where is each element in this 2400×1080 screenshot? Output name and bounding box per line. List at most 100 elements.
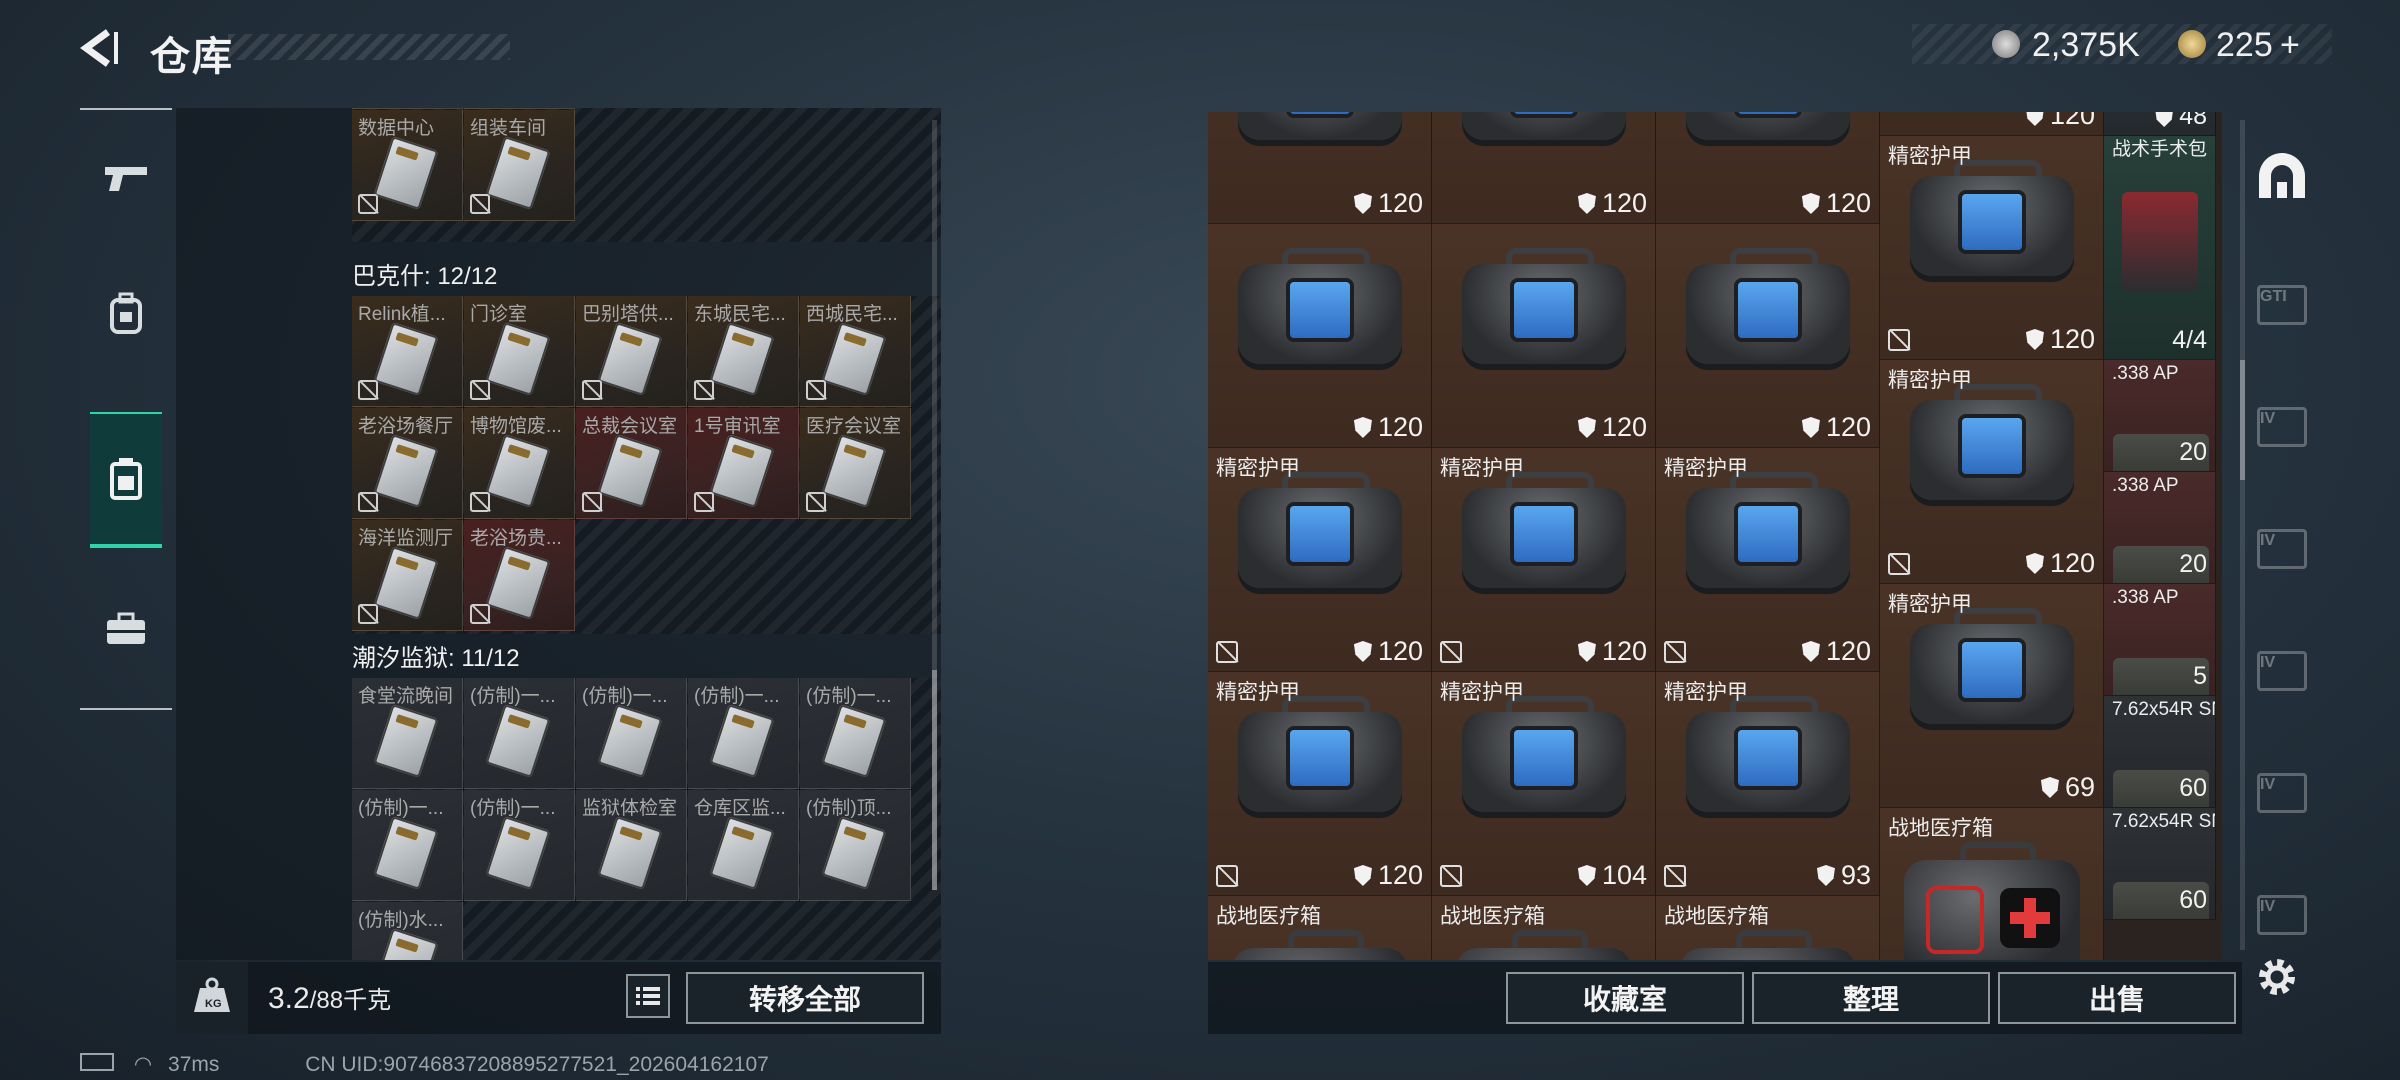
storage-tab-4[interactable]: IV xyxy=(2240,616,2324,726)
armor-item[interactable]: 精密护甲 120 xyxy=(1880,136,2104,360)
key-card-slot[interactable]: (仿制)一... xyxy=(800,678,911,789)
key-card-slot[interactable]: 仓库区监... xyxy=(688,790,799,901)
item-durability: 120 xyxy=(1353,636,1423,667)
key-slot[interactable] xyxy=(352,108,463,109)
item-durability: 120 xyxy=(1353,412,1423,443)
key-card-slot[interactable]: 西城民宅... xyxy=(800,296,911,407)
storage-tab[interactable] xyxy=(90,412,162,548)
no-sell-icon xyxy=(470,380,490,400)
key-card-slot[interactable]: 博物馆废... xyxy=(464,408,575,519)
key-card-slot[interactable]: 老浴场贵... xyxy=(464,520,575,631)
transfer-all-button[interactable]: 转移全部 xyxy=(686,972,924,1024)
keycard-storage-panel: 数据中心 组装车间 巴克什: 12/12 Relink植... 门诊室 巴别塔供..… xyxy=(176,108,941,960)
armor-image xyxy=(1686,244,1850,364)
key-slot[interactable]: 数据中心 xyxy=(352,110,463,221)
key-card-slot[interactable]: (仿制)一... xyxy=(464,790,575,901)
medkit-item[interactable]: 战地医疗箱 xyxy=(1880,808,2104,960)
key-card-image xyxy=(373,434,439,508)
key-card-slot[interactable]: 门诊室 xyxy=(464,296,575,407)
key-slot[interactable] xyxy=(464,108,575,109)
armor-item[interactable]: 精密护甲 120 xyxy=(1880,360,2104,584)
equipment-tab[interactable] xyxy=(90,248,162,378)
key-card-slot[interactable]: (仿制)一... xyxy=(576,678,687,789)
armor-item[interactable]: 精密护甲 120 xyxy=(1208,672,1432,896)
key-card-slot[interactable]: (仿制)顶... xyxy=(800,790,911,901)
key-card-slot[interactable]: 医疗会议室 xyxy=(800,408,911,519)
key-card-slot[interactable]: Relink植... xyxy=(352,296,463,407)
no-sell-icon xyxy=(470,604,490,624)
armor-item[interactable]: 120 xyxy=(1656,224,1880,448)
durability-shield-icon xyxy=(1816,865,1835,886)
key-card-slot[interactable]: 1号审讯室 xyxy=(688,408,799,519)
armor-item[interactable]: 120 xyxy=(1208,112,1432,224)
add-currency-button[interactable]: + xyxy=(2280,26,2300,65)
scrollbar-thumb[interactable] xyxy=(932,670,937,890)
no-sell-icon xyxy=(1216,865,1238,887)
armor-item[interactable]: 精密护甲 93 xyxy=(1656,672,1880,896)
key-card-name: 仓库区监... xyxy=(694,798,786,819)
armor-item[interactable]: 精密护甲 120 xyxy=(1656,448,1880,672)
armor-item[interactable]: 120 xyxy=(1432,224,1656,448)
medkit-item[interactable]: 战地医疗箱611 xyxy=(1432,896,1656,960)
armor-item[interactable]: 120 xyxy=(1208,224,1432,448)
key-card-slot[interactable]: 东城民宅... xyxy=(688,296,799,407)
back-icon[interactable] xyxy=(78,28,122,68)
no-sell-icon xyxy=(358,380,378,400)
durability-shield-icon xyxy=(1577,193,1596,214)
key-card-slot[interactable]: 食堂流晚间 xyxy=(352,678,463,789)
armor-item[interactable]: 120 xyxy=(1432,112,1656,224)
key-card-slot[interactable]: 老浴场餐厅 xyxy=(352,408,463,519)
key-slot[interactable]: 组装车间 xyxy=(464,110,575,221)
item-name: 战地医疗箱 xyxy=(1216,905,1321,928)
key-card-slot[interactable]: (仿制)水... xyxy=(352,902,463,960)
key-card-image xyxy=(485,546,551,620)
ammo-item[interactable]: .338 AP 20 xyxy=(2104,360,2216,472)
item-durability: 60 xyxy=(2179,886,2207,914)
armor-item[interactable]: 精密护甲 120 xyxy=(1432,448,1656,672)
key-card-slot[interactable]: 监狱体检室 xyxy=(576,790,687,901)
durability-shield-icon xyxy=(1801,417,1820,438)
list-view-button[interactable] xyxy=(626,974,670,1018)
key-card-slot[interactable]: (仿制)一... xyxy=(688,678,799,789)
key-card-name: 门诊室 xyxy=(470,304,528,325)
organize-button[interactable]: 整理 xyxy=(1752,972,1990,1024)
key-card-slot[interactable]: 巴别塔供... xyxy=(576,296,687,407)
ammo-item[interactable]: .338 AP 5 xyxy=(2104,584,2216,696)
storage-tab-2[interactable]: IV xyxy=(2240,372,2324,482)
armor-item[interactable]: 精密护甲 69 xyxy=(1880,584,2104,808)
medkit-item[interactable]: 战地医疗箱568 xyxy=(1656,896,1880,960)
toolbox-tab[interactable] xyxy=(90,564,162,694)
armor-item[interactable]: 精密护甲 104 xyxy=(1432,672,1656,896)
key-card-image xyxy=(485,704,551,778)
ammo-item[interactable]: 7.62x54R SNB 60 xyxy=(2104,696,2216,808)
key-card-slot[interactable]: 总裁会议室 xyxy=(576,408,687,519)
item-name: 7.62x54R SNB xyxy=(2112,811,2215,832)
ammo-item[interactable]: .338 AP 20 xyxy=(2104,472,2216,584)
sell-button[interactable]: 出售 xyxy=(1998,972,2236,1024)
armor-item[interactable]: 120 xyxy=(1656,112,1880,224)
armor-item[interactable]: 120 xyxy=(1880,112,2104,136)
key-card-slot[interactable]: (仿制)一... xyxy=(352,790,463,901)
key-card-image xyxy=(709,434,775,508)
key-card-image xyxy=(373,546,439,620)
section-title: 潮汐监狱: 11/12 xyxy=(352,645,520,672)
small-item[interactable]: 48 xyxy=(2104,112,2216,136)
key-card-name: Relink植... xyxy=(358,304,446,325)
item-durability: 104 xyxy=(1577,860,1647,891)
key-card-name: 西城民宅... xyxy=(806,304,898,325)
safehouse-tab[interactable] xyxy=(2240,122,2324,232)
user-uid: CN UID:907468372088952​77521_20260416210… xyxy=(305,1053,769,1076)
medkit-item[interactable]: 战地医疗箱899 xyxy=(1208,896,1432,960)
ammo-item[interactable]: 7.62x54R SNB 60 xyxy=(2104,808,2216,920)
storage-tab-3[interactable]: IV xyxy=(2240,494,2324,604)
armor-item[interactable]: 精密护甲 120 xyxy=(1208,448,1432,672)
surgery-kit-item[interactable]: 战术手术包 4/4 xyxy=(2104,136,2216,360)
collection-room-button[interactable]: 收藏室 xyxy=(1506,972,1744,1024)
no-sell-icon xyxy=(470,492,490,512)
weapons-tab[interactable] xyxy=(90,113,162,243)
key-card-slot[interactable]: 海洋监测厅 xyxy=(352,520,463,631)
settings-gear-icon[interactable] xyxy=(2252,952,2302,1002)
storage-tab-1[interactable]: GTI xyxy=(2240,250,2324,360)
key-card-slot[interactable]: (仿制)一... xyxy=(464,678,575,789)
storage-tab-5[interactable]: IV xyxy=(2240,738,2324,848)
